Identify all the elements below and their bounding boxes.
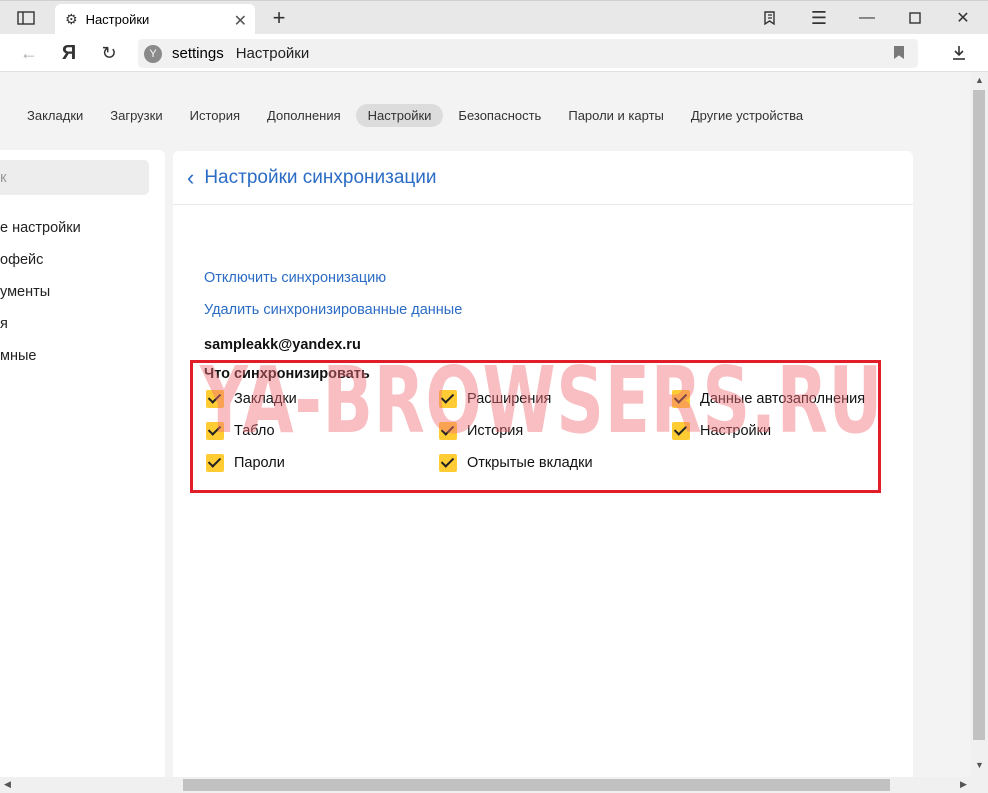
account-email: sampleakk@yandex.ru: [204, 337, 361, 353]
topnav-item[interactable]: Пароли и карты: [556, 104, 676, 127]
tabs-panel-icon: [17, 11, 35, 25]
downloads-button[interactable]: [944, 38, 974, 68]
topnav-item[interactable]: История: [178, 104, 252, 127]
settings-sidebar: к е настройки офейс ументы я мные: [0, 150, 165, 777]
sidebar-item-tools[interactable]: ументы: [0, 284, 50, 300]
horizontal-scrollbar[interactable]: ◀ ▶: [0, 777, 988, 793]
settings-top-nav: Закладки Загрузки История Дополнения Настрой…: [15, 102, 818, 128]
panel-header[interactable]: ‹ Настройки синхронизации: [173, 151, 913, 205]
sidebar-item-sites[interactable]: я: [0, 316, 8, 332]
sidebar-item-interface[interactable]: офейс: [0, 252, 43, 268]
topnav-item[interactable]: Загрузки: [98, 104, 174, 127]
back-button[interactable]: ←: [14, 38, 44, 68]
minimize-button[interactable]: —: [852, 1, 882, 35]
topnav-item[interactable]: Настройки: [355, 103, 444, 127]
address-url: settings: [172, 45, 224, 62]
gear-icon: ⚙: [65, 11, 78, 27]
tab-settings[interactable]: ⚙ Настройки ✕: [55, 4, 255, 35]
page-content: Закладки Загрузки История Дополнения Настрой…: [0, 72, 970, 777]
disable-sync-link[interactable]: Отключить синхронизацию: [204, 270, 386, 286]
topnav-item[interactable]: Закладки: [15, 104, 95, 127]
yandex-home-button[interactable]: Я: [54, 38, 84, 68]
close-icon[interactable]: ✕: [234, 11, 247, 31]
settings-search-input[interactable]: к: [0, 160, 149, 195]
scroll-left-icon[interactable]: ◀: [4, 779, 11, 790]
menu-button[interactable]: ☰: [804, 1, 834, 35]
search-fragment: к: [0, 169, 7, 186]
vertical-scrollbar[interactable]: ▲ ▼: [970, 72, 988, 777]
address-bar[interactable]: Y settings Настройки: [138, 39, 918, 68]
plus-icon: +: [272, 5, 286, 30]
address-page-title: Настройки: [235, 45, 310, 62]
page-title: Настройки синхронизации: [204, 166, 437, 188]
tabs-panel-button[interactable]: [8, 1, 44, 35]
hamburger-icon: ☰: [810, 7, 828, 28]
scroll-up-icon[interactable]: ▲: [975, 75, 984, 85]
close-icon: ✕: [956, 10, 970, 27]
new-tab-button[interactable]: +: [264, 1, 294, 35]
window-close-button[interactable]: ✕: [948, 1, 978, 35]
maximize-button[interactable]: [900, 1, 930, 35]
topnav-item[interactable]: Безопасность: [446, 104, 553, 127]
vertical-scroll-thumb[interactable]: [973, 90, 985, 740]
navigation-bar: ← Я ↻ Y settings Настройки: [0, 34, 988, 72]
maximize-icon: [909, 12, 921, 24]
minimize-icon: —: [859, 9, 875, 26]
chevron-left-icon[interactable]: ‹: [187, 165, 194, 191]
collections-button[interactable]: [755, 1, 785, 35]
yandex-site-icon: Y: [144, 44, 162, 63]
sync-options-highlight-frame: [190, 360, 881, 493]
bookmark-collection-icon: [764, 11, 775, 26]
arrow-left-icon: ←: [20, 42, 38, 63]
sidebar-item-general[interactable]: е настройки: [0, 220, 81, 236]
horizontal-scroll-thumb[interactable]: [183, 779, 890, 791]
bookmark-icon[interactable]: [894, 46, 904, 59]
download-icon: [953, 46, 965, 60]
delete-sync-data-link[interactable]: Удалить синхронизированные данные: [204, 302, 462, 318]
reload-icon: ↻: [101, 42, 117, 63]
reload-button[interactable]: ↻: [94, 38, 124, 68]
topnav-item[interactable]: Другие устройства: [679, 104, 815, 127]
topnav-item[interactable]: Дополнения: [255, 104, 353, 127]
scroll-down-icon[interactable]: ▼: [975, 760, 984, 770]
tab-title: Настройки: [85, 12, 150, 27]
sidebar-item-system[interactable]: мные: [0, 348, 36, 364]
yandex-logo-icon: Я: [61, 41, 77, 64]
scroll-right-icon[interactable]: ▶: [960, 779, 967, 790]
tab-bar: ⚙ Настройки ✕ + ☰ — ✕: [0, 0, 988, 35]
